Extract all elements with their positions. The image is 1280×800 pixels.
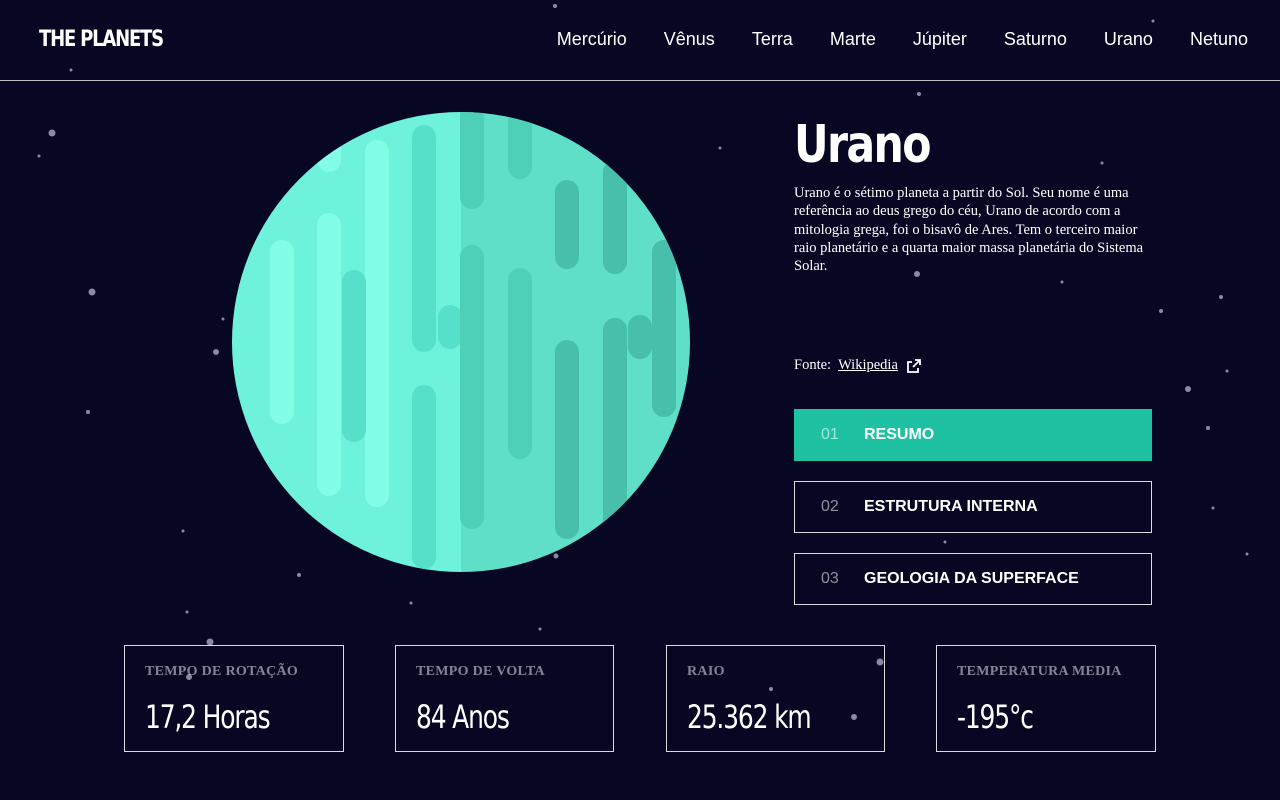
planet-tabs: 01 RESUMO 02 ESTRUTURA INTERNA 03 GEOLOG… bbox=[794, 409, 1152, 625]
nav-link-saturno[interactable]: Saturno bbox=[1004, 29, 1067, 50]
tab-estrutura-interna[interactable]: 02 ESTRUTURA INTERNA bbox=[794, 481, 1152, 533]
stat-value: 25.362 km bbox=[687, 698, 812, 736]
stat-label: TEMPO DE VOLTA bbox=[416, 664, 545, 679]
nav-link-netuno[interactable]: Netuno bbox=[1190, 29, 1248, 50]
stat-value: 84 Anos bbox=[416, 698, 510, 736]
tab-number: 03 bbox=[821, 570, 839, 587]
stat-card-rotation: TEMPO DE ROTAÇÃO 17,2 Horas bbox=[124, 645, 344, 752]
site-logo[interactable]: THE PLANETS bbox=[39, 27, 164, 52]
external-link-icon[interactable] bbox=[906, 358, 922, 374]
tab-resumo[interactable]: 01 RESUMO bbox=[794, 409, 1152, 461]
nav-link-jupiter[interactable]: Júpiter bbox=[913, 29, 967, 50]
planet-description: Urano é o sétimo planeta a partir do Sol… bbox=[794, 185, 1144, 275]
stat-label: TEMPO DE ROTAÇÃO bbox=[145, 664, 299, 679]
stat-card-temperature: TEMPERATURA MEDIA -195°c bbox=[936, 645, 1156, 752]
planet-illustration bbox=[232, 112, 690, 572]
stat-value: 17,2 Horas bbox=[145, 698, 271, 736]
nav-link-marte[interactable]: Marte bbox=[830, 29, 876, 50]
tab-number: 01 bbox=[821, 426, 839, 443]
tab-geologia-superficie[interactable]: 03 GEOLOGIA DA SUPERFACE bbox=[794, 553, 1152, 605]
tab-label: GEOLOGIA DA SUPERFACE bbox=[864, 570, 1079, 587]
source-label: Fonte: bbox=[794, 357, 832, 373]
nav-link-terra[interactable]: Terra bbox=[752, 29, 793, 50]
tab-label: RESUMO bbox=[864, 426, 935, 443]
site-header: THE PLANETS Mercúrio Vênus Terra Marte J… bbox=[0, 0, 1280, 81]
nav-link-urano[interactable]: Urano bbox=[1104, 29, 1153, 50]
planet-title: Urano bbox=[794, 115, 932, 175]
stat-value: -195°c bbox=[957, 698, 1034, 736]
stat-label: RAIO bbox=[687, 664, 725, 679]
stat-card-revolution: TEMPO DE VOLTA 84 Anos bbox=[395, 645, 614, 752]
source-line: Fonte: Wikipedia bbox=[794, 357, 922, 374]
nav-link-mercurio[interactable]: Mercúrio bbox=[557, 29, 627, 50]
tab-number: 02 bbox=[821, 498, 839, 515]
nav-link-venus[interactable]: Vênus bbox=[664, 29, 715, 50]
stat-label: TEMPERATURA MEDIA bbox=[957, 664, 1122, 679]
wikipedia-link[interactable]: Wikipedia bbox=[838, 357, 898, 374]
stat-card-radius: RAIO 25.362 km bbox=[666, 645, 885, 752]
planet-nav: Mercúrio Vênus Terra Marte Júpiter Satur… bbox=[557, 29, 1248, 50]
tab-label: ESTRUTURA INTERNA bbox=[864, 498, 1038, 515]
planet-info: Urano Urano é o sétimo planeta a partir … bbox=[794, 112, 1154, 275]
